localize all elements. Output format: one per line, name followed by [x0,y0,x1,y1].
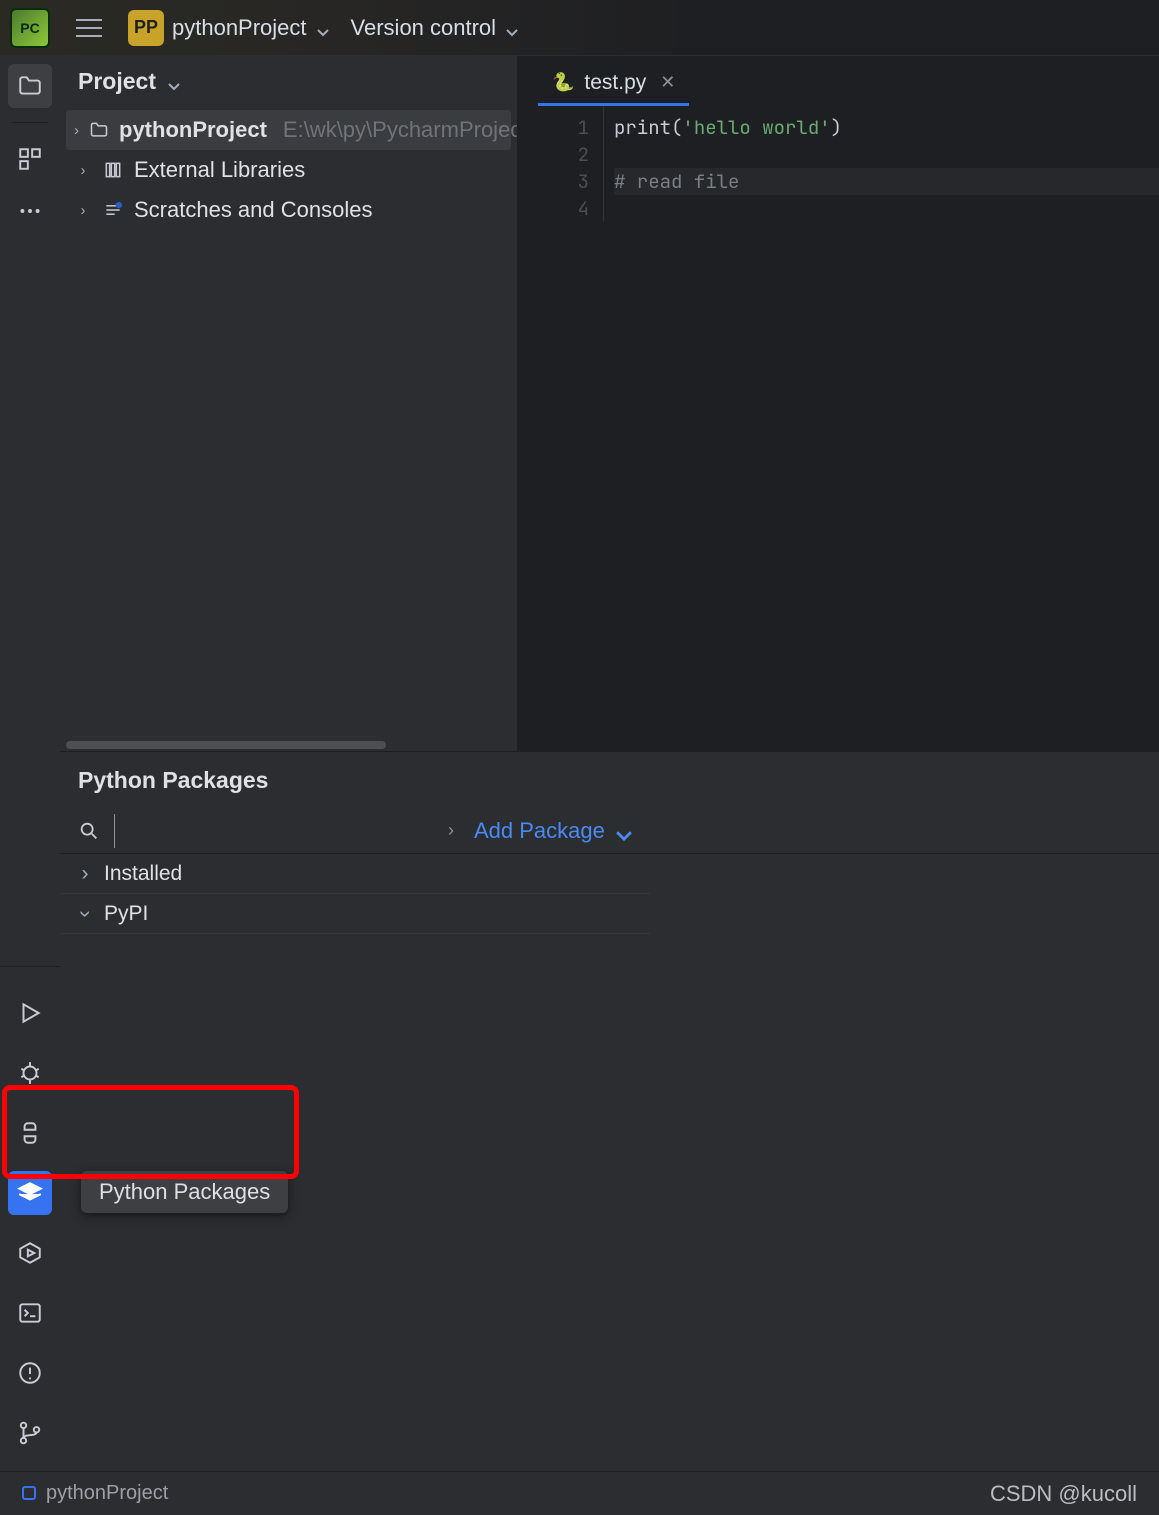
tree-item-path: E:\wk\py\PycharmProjec [283,117,517,143]
tree-item-label: Scratches and Consoles [134,197,372,223]
pycharm-logo-icon: PC [10,8,50,48]
chevron-down-icon [315,20,331,36]
services-toolwindow-button[interactable] [8,1231,52,1275]
project-toolwindow-button[interactable] [8,64,52,108]
group-label: Installed [104,862,182,886]
packages-group-installed[interactable]: › Installed [60,854,650,894]
group-label: PyPI [104,902,148,926]
add-package-button[interactable]: Add Package [474,818,627,844]
editor-tabs: 🐍 test.py ✕ [518,56,1159,106]
chevron-right-icon[interactable]: › [74,122,79,139]
chevron-down-icon [166,73,182,89]
status-project-label: pythonProject [46,1482,168,1504]
hamburger-menu-button[interactable] [70,9,108,47]
warning-circle-icon [17,1360,43,1386]
git-branch-icon [17,1420,43,1446]
project-tree[interactable]: › pythonProject E:\wk\py\PycharmProjec ›… [60,106,517,741]
layers-icon [17,1180,43,1206]
status-indicator-icon [22,1486,36,1500]
packages-search-bar: › Add Package [60,808,1159,854]
services-icon [17,1240,43,1266]
more-horizontal-icon [17,198,43,224]
more-toolwindows-button[interactable] [8,189,52,233]
title-bar: PC PP pythonProject Version control [0,0,1159,56]
folder-icon [17,73,43,99]
vcs-label: Version control [351,15,497,41]
chevron-right-icon[interactable]: › [74,202,92,219]
tree-item-external-libraries[interactable]: › External Libraries [66,150,511,190]
folder-icon [89,120,109,140]
watermark: CSDN @kucoll [990,1481,1137,1507]
tree-item-project-root[interactable]: › pythonProject E:\wk\py\PycharmProjec [66,110,511,150]
panel-title: Project [78,68,156,95]
project-name-label: pythonProject [172,15,307,41]
chevron-down-icon[interactable]: › [73,905,97,923]
python-packages-toolwindow-button[interactable] [8,1171,52,1215]
chevron-down-icon [613,824,627,838]
python-packages-panel: Python Packages › Add Package › Installe… [60,751,1159,1471]
terminal-icon [17,1300,43,1326]
left-tool-stripe: Python Packages [0,56,60,1471]
search-icon [78,820,100,842]
project-badge-icon: PP [128,10,164,46]
play-icon [17,1000,43,1026]
code-editor[interactable]: 1234 print('hello world')# read file [518,106,1159,222]
chevron-right-icon[interactable]: › [448,820,454,841]
packages-group-pypi[interactable]: › PyPI [60,894,650,934]
add-package-label: Add Package [474,818,605,844]
code-lines[interactable]: print('hello world')# read file [604,106,1159,222]
panel-title: Python Packages [60,752,1159,808]
project-panel: Project › pythonProject E:\wk\py\Pycharm… [60,56,518,751]
packages-search-input[interactable] [114,814,434,848]
python-icon [17,1120,43,1146]
version-control-menu[interactable]: Version control [351,15,521,41]
tree-item-label: pythonProject [119,117,267,143]
problems-toolwindow-button[interactable] [8,1351,52,1395]
horizontal-scrollbar[interactable] [60,741,517,751]
scratch-icon [102,200,124,220]
packages-tree[interactable]: › Installed › PyPI [60,854,650,934]
line-gutter: 1234 [518,106,604,222]
editor-area: 🐍 test.py ✕ 1234 print('hello world')# r… [518,56,1159,751]
structure-toolwindow-button[interactable] [8,137,52,181]
tooltip: Python Packages [81,1171,288,1213]
tree-item-label: External Libraries [134,157,305,183]
close-tab-icon[interactable]: ✕ [660,72,675,93]
tab-filename: test.py [584,71,646,95]
python-console-toolwindow-button[interactable] [8,1111,52,1155]
debug-toolwindow-button[interactable] [8,1051,52,1095]
terminal-toolwindow-button[interactable] [8,1291,52,1335]
python-file-icon: 🐍 [552,72,574,93]
status-project[interactable]: pythonProject [22,1482,168,1505]
chevron-right-icon[interactable]: › [74,162,92,179]
structure-icon [17,146,43,172]
chevron-down-icon [504,20,520,36]
status-bar: pythonProject CSDN @kucoll [0,1471,1159,1515]
project-panel-header[interactable]: Project [60,56,517,106]
vcs-toolwindow-button[interactable] [8,1411,52,1455]
run-toolwindow-button[interactable] [8,991,52,1035]
chevron-right-icon[interactable]: › [76,862,94,886]
project-selector[interactable]: PP pythonProject [128,10,331,46]
library-icon [102,160,124,180]
tree-item-scratches[interactable]: › Scratches and Consoles [66,190,511,230]
bug-icon [17,1060,43,1086]
editor-tab[interactable]: 🐍 test.py ✕ [538,62,689,106]
